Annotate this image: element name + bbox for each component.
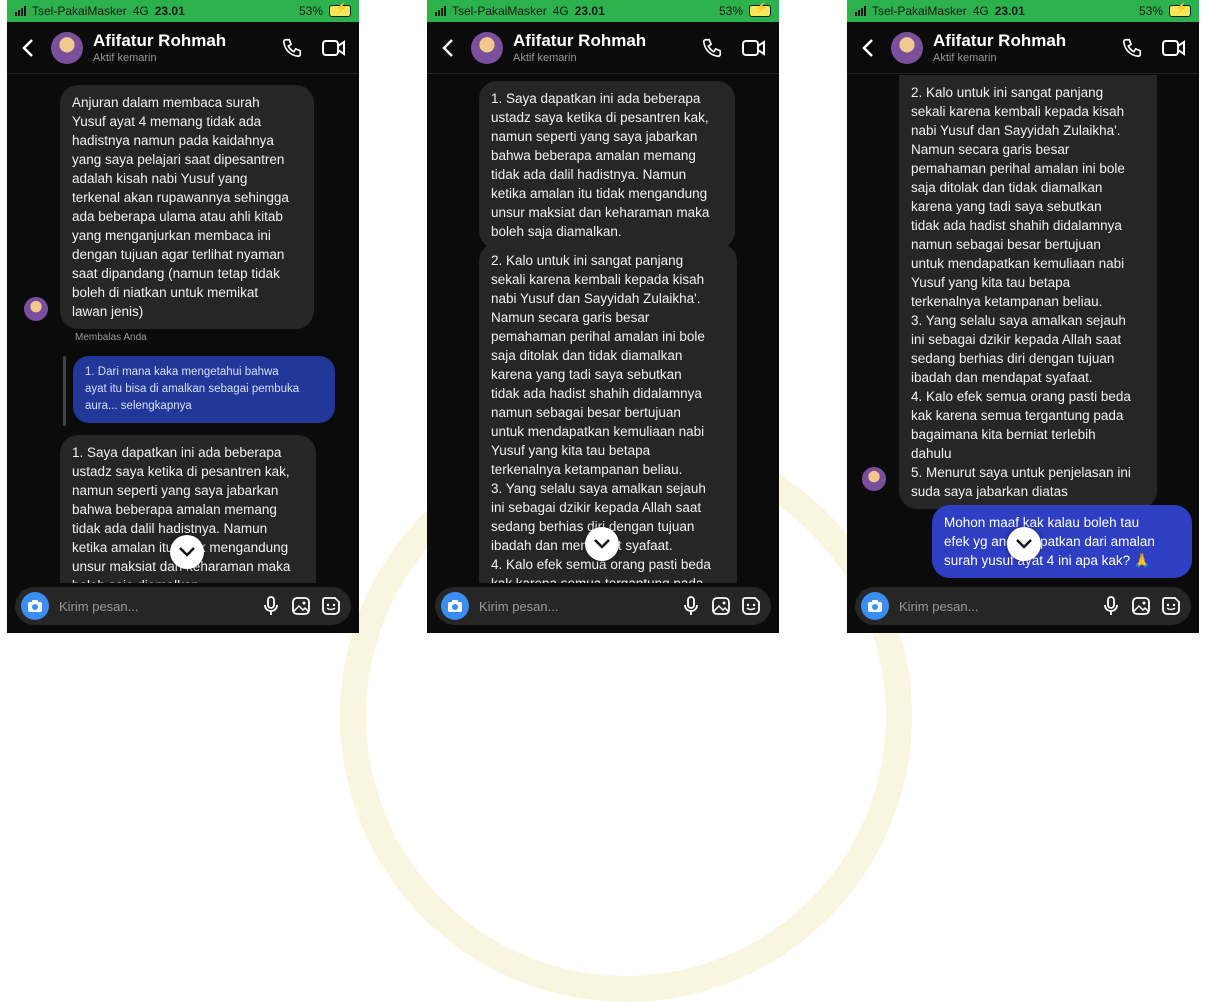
battery-icon bbox=[749, 3, 771, 17]
camera-icon[interactable] bbox=[861, 592, 889, 620]
carrier-label: Tsel-PakaiMasker bbox=[452, 4, 547, 18]
gallery-icon[interactable] bbox=[289, 594, 313, 618]
signal-icon bbox=[15, 6, 26, 16]
clock: 23.01 bbox=[574, 4, 605, 18]
contact-avatar[interactable] bbox=[471, 31, 503, 64]
phone-screen-3: Tsel-PakaiMasker 4G 23.01 53% Afifatur R… bbox=[847, 0, 1199, 633]
contact-name: Afifatur Rohmah bbox=[933, 31, 1067, 50]
scroll-down-button[interactable] bbox=[170, 535, 204, 569]
phone-screen-2: Tsel-PakaiMasker 4G 23.01 53% Afifatur R… bbox=[427, 0, 779, 633]
contact-info[interactable]: Afifatur Rohmah Aktif kemarin bbox=[93, 31, 265, 64]
phone-screen-1: Tsel-PakaiMasker 4G 23.01 53% Afifatur R… bbox=[7, 0, 359, 633]
message-input[interactable]: Kirim pesan... bbox=[479, 599, 673, 614]
microphone-icon[interactable] bbox=[679, 594, 703, 618]
video-call-button[interactable] bbox=[319, 33, 349, 63]
call-button[interactable] bbox=[277, 33, 307, 63]
video-call-button[interactable] bbox=[1159, 33, 1189, 63]
battery-percent: 53% bbox=[718, 4, 743, 18]
message-thread[interactable]: 2. Kalo untuk ini sangat panjang sekali … bbox=[847, 75, 1199, 583]
contact-status: Aktif kemarin bbox=[513, 52, 577, 64]
message-thread[interactable]: 1. Saya dapatkan ini ada beberapa ustadz… bbox=[427, 75, 779, 583]
back-button[interactable] bbox=[17, 37, 39, 59]
contact-name: Afifatur Rohmah bbox=[513, 31, 647, 50]
network-label: 4G bbox=[552, 4, 569, 18]
received-message[interactable]: Anjuran dalam membaca surah Yusuf ayat 4… bbox=[60, 85, 314, 329]
sender-avatar bbox=[862, 467, 886, 491]
status-bar: Tsel-PakaiMasker 4G 23.01 53% bbox=[847, 0, 1199, 22]
contact-info[interactable]: Afifatur Rohmah Aktif kemarin bbox=[513, 31, 685, 64]
microphone-icon[interactable] bbox=[259, 594, 283, 618]
chat-header: Afifatur Rohmah Aktif kemarin bbox=[427, 22, 779, 74]
chat-header: Afifatur Rohmah Aktif kemarin bbox=[7, 22, 359, 74]
status-bar: Tsel-PakaiMasker 4G 23.01 53% bbox=[427, 0, 779, 22]
message-thread[interactable]: Anjuran dalam membaca surah Yusuf ayat 4… bbox=[7, 75, 359, 583]
clock: 23.01 bbox=[994, 4, 1025, 18]
message-composer: Kirim pesan... bbox=[435, 587, 771, 625]
scroll-down-button[interactable] bbox=[585, 527, 619, 561]
signal-icon bbox=[435, 6, 446, 16]
video-call-button[interactable] bbox=[739, 33, 769, 63]
sender-avatar bbox=[24, 297, 48, 321]
call-button[interactable] bbox=[697, 33, 727, 63]
sent-message[interactable]: Mohon maaf kak kalau boleh tau efek yg a… bbox=[932, 505, 1192, 578]
reply-indicator-bar bbox=[63, 356, 66, 426]
network-label: 4G bbox=[132, 4, 149, 18]
battery-icon bbox=[329, 3, 351, 17]
replied-message-quote[interactable]: 1. Dari mana kaka mengetahui bahwa ayat … bbox=[73, 356, 335, 423]
received-message[interactable]: 2. Kalo untuk ini sangat panjang sekali … bbox=[899, 75, 1157, 509]
gallery-icon[interactable] bbox=[1129, 594, 1153, 618]
battery-icon bbox=[1169, 3, 1191, 17]
received-message[interactable]: 1. Saya dapatkan ini ada beberapa ustadz… bbox=[479, 81, 735, 249]
sticker-icon[interactable] bbox=[319, 594, 343, 618]
carrier-label: Tsel-PakaiMasker bbox=[872, 4, 967, 18]
contact-name: Afifatur Rohmah bbox=[93, 31, 227, 50]
contact-status: Aktif kemarin bbox=[93, 52, 157, 64]
microphone-icon[interactable] bbox=[1099, 594, 1123, 618]
battery-percent: 53% bbox=[298, 4, 323, 18]
scroll-down-button[interactable] bbox=[1007, 527, 1041, 561]
message-input[interactable]: Kirim pesan... bbox=[59, 599, 253, 614]
contact-avatar[interactable] bbox=[891, 31, 923, 64]
sticker-icon[interactable] bbox=[1159, 594, 1183, 618]
status-bar: Tsel-PakaiMasker 4G 23.01 53% bbox=[7, 0, 359, 22]
network-label: 4G bbox=[972, 4, 989, 18]
sticker-icon[interactable] bbox=[739, 594, 763, 618]
gallery-icon[interactable] bbox=[709, 594, 733, 618]
call-button[interactable] bbox=[1117, 33, 1147, 63]
camera-icon[interactable] bbox=[21, 592, 49, 620]
contact-info[interactable]: Afifatur Rohmah Aktif kemarin bbox=[933, 31, 1105, 64]
message-composer: Kirim pesan... bbox=[15, 587, 351, 625]
back-button[interactable] bbox=[437, 37, 459, 59]
message-input[interactable]: Kirim pesan... bbox=[899, 599, 1093, 614]
reply-label: Membalas Anda bbox=[75, 332, 147, 343]
chat-header: Afifatur Rohmah Aktif kemarin bbox=[847, 22, 1199, 74]
carrier-label: Tsel-PakaiMasker bbox=[32, 4, 127, 18]
clock: 23.01 bbox=[154, 4, 185, 18]
battery-percent: 53% bbox=[1138, 4, 1163, 18]
contact-status: Aktif kemarin bbox=[933, 52, 997, 64]
contact-avatar[interactable] bbox=[51, 31, 83, 64]
camera-icon[interactable] bbox=[441, 592, 469, 620]
back-button[interactable] bbox=[857, 37, 879, 59]
message-composer: Kirim pesan... bbox=[855, 587, 1191, 625]
signal-icon bbox=[855, 6, 866, 16]
